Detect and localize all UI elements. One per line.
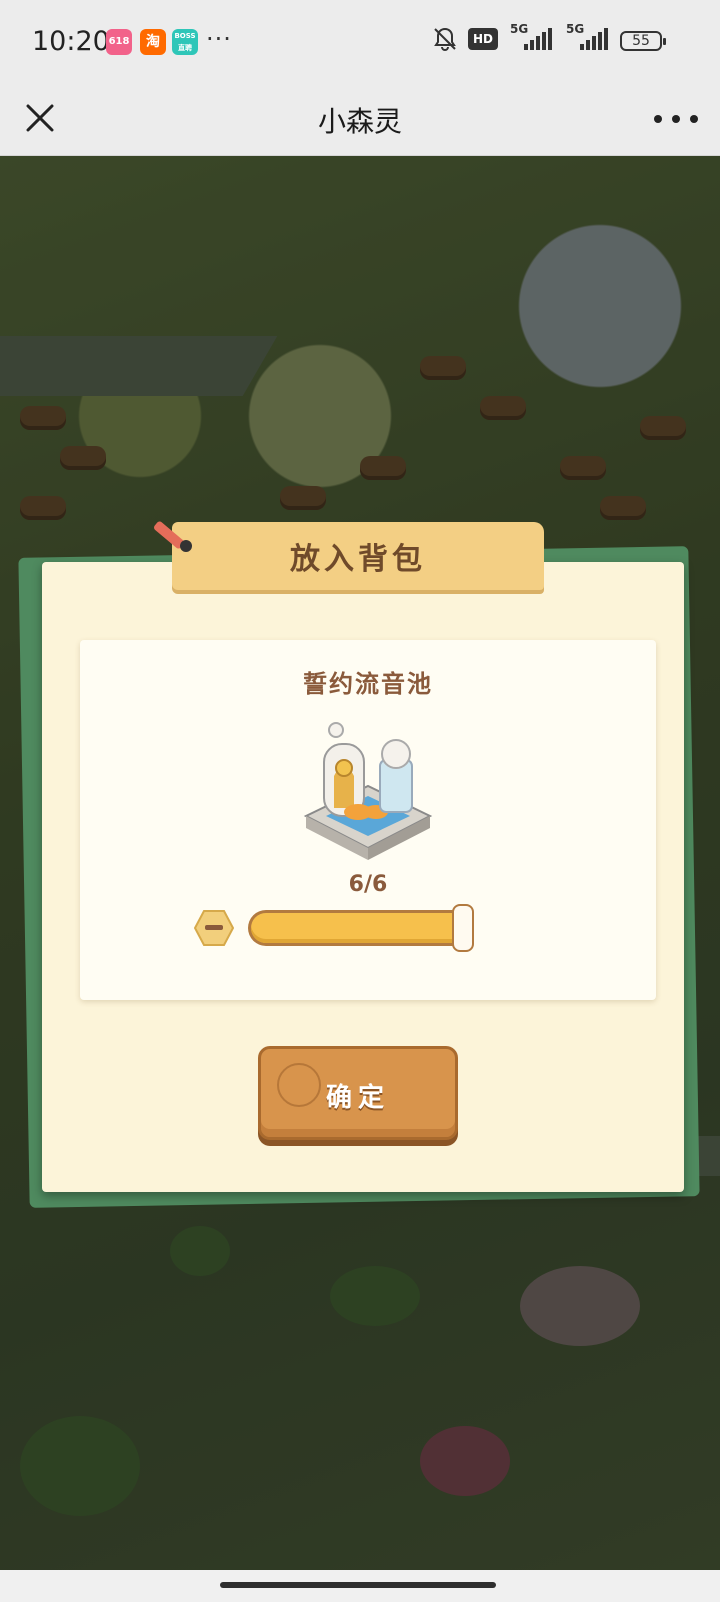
- title-bar: 小森灵: [0, 82, 720, 156]
- confirm-button[interactable]: 确定: [258, 1046, 458, 1140]
- bell-muted-icon: [434, 27, 456, 51]
- dialog-header-banner: 放入背包: [172, 522, 544, 590]
- hd-icon: HD: [468, 28, 498, 50]
- item-image: [296, 716, 440, 866]
- status-bar: 10:20 618 淘 BOSS直聘 ··· HD 5G 5G 55: [0, 0, 720, 82]
- slider-fill: [251, 913, 467, 943]
- signal-label: 5G: [510, 22, 529, 36]
- confirm-button-label: 确定: [325, 1083, 390, 1113]
- dot-icon: [690, 115, 698, 123]
- signal-icon-2: 5G: [566, 22, 608, 50]
- status-icons: HD 5G 5G: [432, 22, 608, 52]
- decrease-button[interactable]: [193, 908, 235, 948]
- slider-handle[interactable]: [452, 904, 474, 952]
- home-indicator[interactable]: [220, 1582, 496, 1588]
- signal-icon: 5G: [510, 22, 552, 50]
- more-options-button[interactable]: [654, 104, 698, 134]
- signal-label-2: 5G: [566, 22, 585, 36]
- status-time: 10:20: [32, 26, 110, 57]
- pin-decoration: [180, 540, 192, 552]
- quantity-text: 6/6: [348, 872, 388, 897]
- item-card: 誓约流音池 6/6: [80, 640, 656, 1000]
- system-nav-bar: [0, 1570, 720, 1602]
- page-title: 小森灵: [317, 105, 402, 138]
- 618-app-icon: 618: [106, 29, 132, 55]
- item-name: 誓约流音池: [303, 670, 433, 698]
- quantity-slider[interactable]: [248, 910, 470, 946]
- battery-icon: 55: [620, 31, 666, 51]
- minus-icon: [193, 910, 235, 946]
- dot-icon: [654, 115, 662, 123]
- dialog-title: 放入背包: [290, 542, 426, 577]
- dot-icon: [672, 115, 680, 123]
- taobao-icon: 淘: [140, 29, 166, 55]
- more-notifications-icon: ···: [206, 25, 232, 53]
- boss-zhipin-icon: BOSS直聘: [172, 29, 198, 55]
- fountain-icon: [303, 722, 433, 860]
